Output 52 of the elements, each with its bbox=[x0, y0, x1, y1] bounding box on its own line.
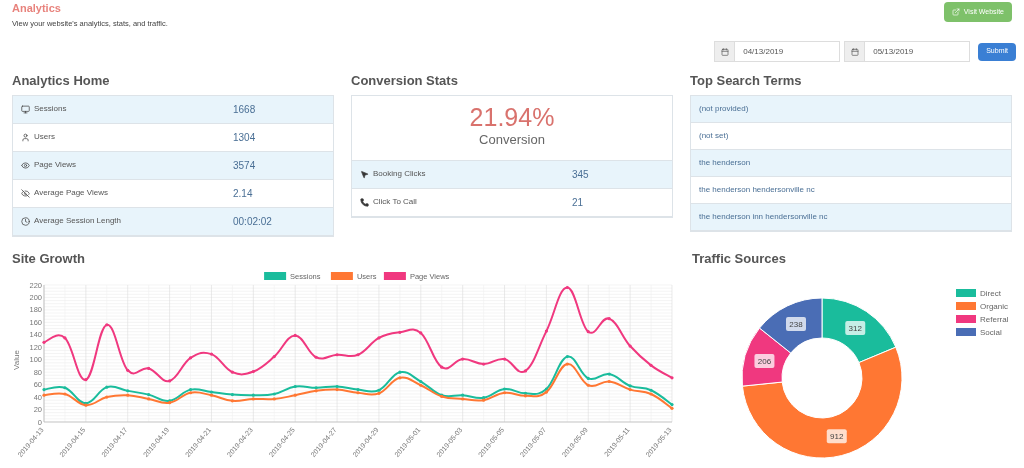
stat-label: Booking Clicks bbox=[373, 168, 426, 180]
search-term: the henderson bbox=[699, 156, 751, 169]
phone-icon bbox=[360, 197, 369, 207]
data-label: 912 bbox=[830, 432, 844, 442]
legend-label: Social bbox=[980, 328, 1002, 337]
user-icon bbox=[21, 132, 30, 142]
clock-icon bbox=[21, 216, 30, 226]
monitor-icon bbox=[21, 104, 30, 114]
eye-off-icon bbox=[21, 188, 30, 198]
y-axis-label: Value bbox=[12, 350, 21, 370]
pointer-icon bbox=[360, 169, 369, 179]
section-heading: Conversion Stats bbox=[351, 72, 459, 90]
legend-label: Organic bbox=[980, 302, 1008, 311]
section-heading: Top Search Terms bbox=[690, 72, 803, 90]
legend-swatch bbox=[956, 289, 976, 297]
conversion-label: Conversion bbox=[479, 131, 545, 150]
calendar-icon bbox=[850, 47, 859, 56]
legend-swatch bbox=[956, 302, 976, 310]
stat-value: 1304 bbox=[233, 130, 256, 145]
legend-label: Direct bbox=[980, 289, 1001, 298]
search-term: (not set) bbox=[699, 129, 729, 142]
date-field[interactable]: 05/13/2019 bbox=[844, 41, 971, 62]
stat-value: 2.14 bbox=[233, 186, 253, 201]
search-term: (not provided) bbox=[699, 102, 749, 115]
stat-label: Click To Call bbox=[373, 196, 417, 208]
stat-label: Page Views bbox=[34, 159, 77, 171]
calendar-icon bbox=[720, 47, 729, 56]
stat-value: 21 bbox=[572, 195, 584, 210]
search-term: the henderson inn hendersonville nc bbox=[699, 210, 828, 223]
stat-label: Average Session Length bbox=[34, 215, 122, 227]
section-heading: Traffic Sources bbox=[692, 249, 787, 268]
stat-value: 345 bbox=[572, 167, 589, 182]
slice-value-label: 206 bbox=[754, 354, 775, 369]
stat-value: 3574 bbox=[233, 158, 256, 173]
slice-value-label: 312 bbox=[845, 321, 866, 336]
legend-swatch bbox=[956, 315, 976, 323]
stat-label: Sessions bbox=[34, 103, 67, 115]
stat-label: Users bbox=[34, 131, 55, 143]
legend-label: Referral bbox=[980, 315, 1009, 324]
page-title: Analytics bbox=[12, 2, 62, 16]
legend-swatch bbox=[956, 328, 976, 336]
stat-label: Average Page Views bbox=[34, 187, 108, 199]
stat-value: 1668 bbox=[233, 102, 256, 117]
search-term: the henderson hendersonville nc bbox=[699, 183, 815, 196]
section-heading: Analytics Home bbox=[12, 72, 111, 90]
slice-value-label: 912 bbox=[826, 429, 847, 444]
date-field[interactable]: 04/13/2019 bbox=[714, 41, 841, 62]
eye-icon bbox=[21, 160, 30, 170]
external-link-icon bbox=[951, 8, 960, 16]
conversion-rate: 21.94% bbox=[469, 105, 555, 131]
section-heading: Site Growth bbox=[12, 249, 86, 268]
stat-value: 00:02:02 bbox=[233, 214, 272, 229]
